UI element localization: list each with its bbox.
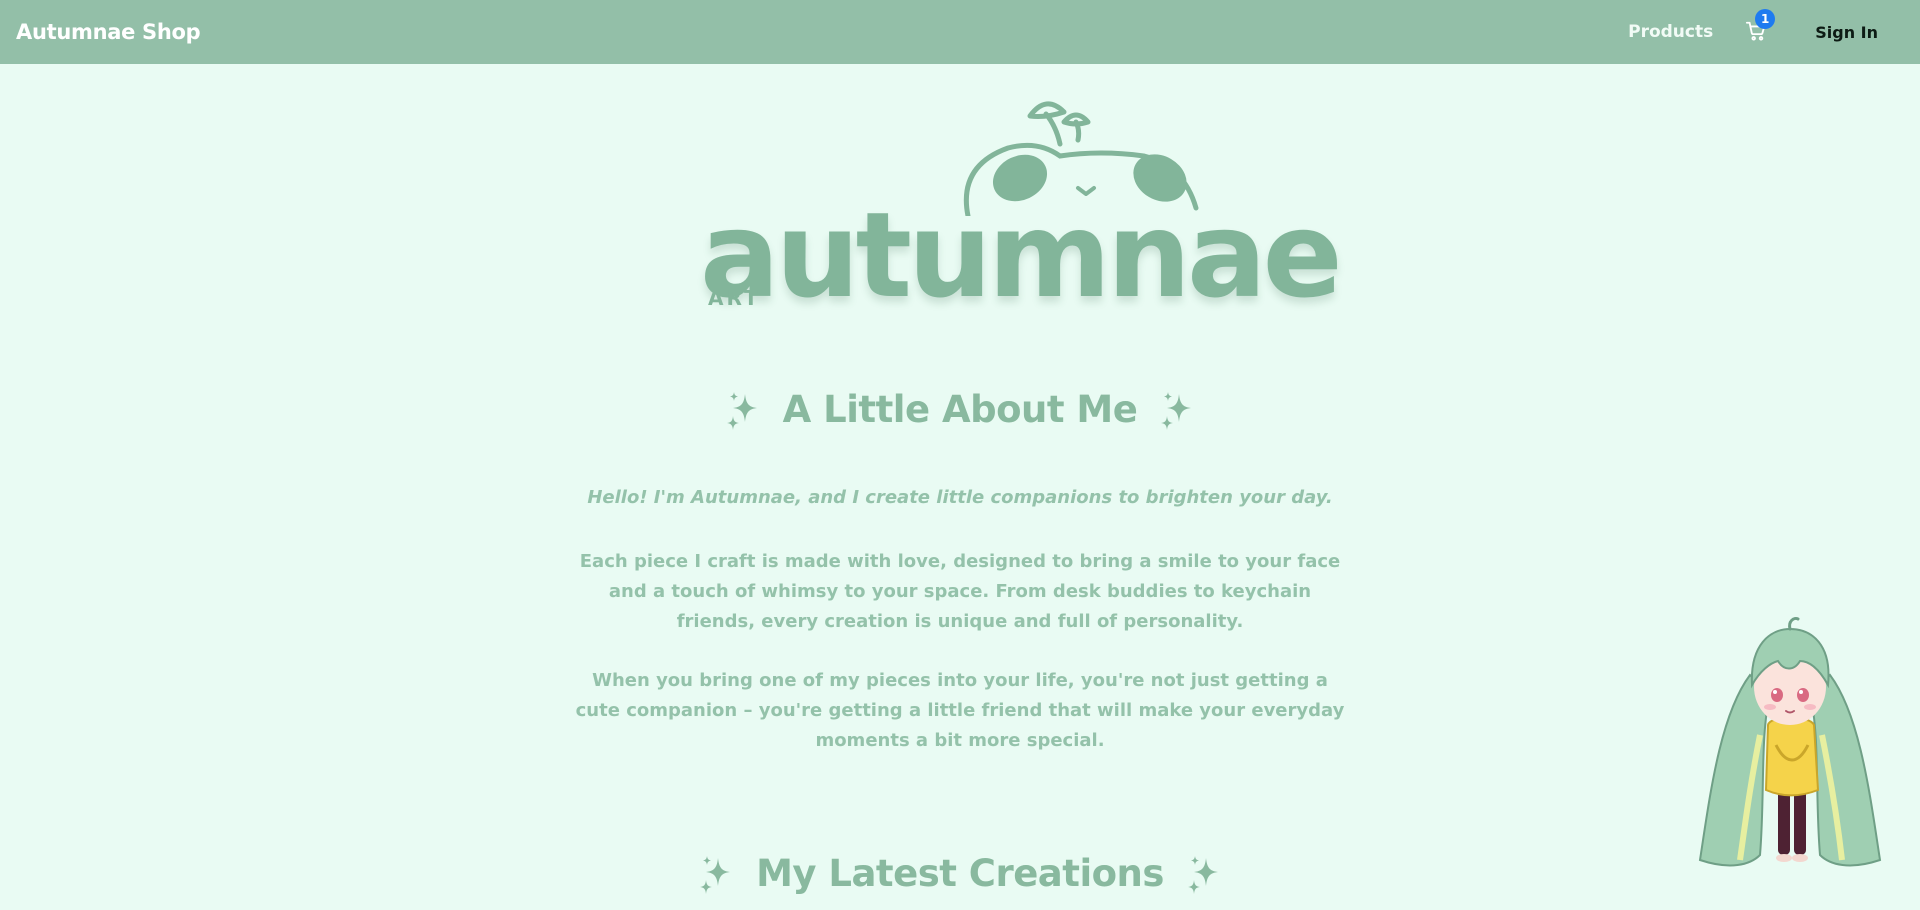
about-paragraph-2: When you bring one of my pieces into you… — [575, 670, 1345, 751]
about-paragraph-1: Each piece I craft is made with love, de… — [579, 551, 1341, 632]
latest-title: My Latest Creations — [756, 852, 1164, 895]
brand-link[interactable]: Autumnae Shop — [16, 20, 201, 44]
sparkle-icon — [1187, 855, 1218, 894]
about-title: A Little About Me — [782, 388, 1138, 431]
cart-button[interactable]: 1 — [1745, 9, 1776, 44]
logo-subtitle: ART — [708, 286, 761, 310]
logo-wordmark: autumnae — [700, 186, 1343, 324]
navbar: Autumnae Shop Products 1 Sign In — [0, 0, 1920, 64]
products-link[interactable]: Products — [1628, 22, 1713, 42]
about-title-row: A Little About Me — [0, 388, 1920, 431]
sparkle-icon — [700, 855, 731, 894]
mascot-illustration[interactable] — [1690, 615, 1890, 875]
autumnae-logo: autumnae ART — [700, 96, 1343, 324]
sparkle-icon — [726, 391, 757, 430]
latest-title-row: My Latest Creations — [0, 852, 1920, 895]
sparkle-icon — [1161, 391, 1192, 430]
nav-right: Products 1 Sign In — [1628, 9, 1878, 44]
signin-link[interactable]: Sign In — [1815, 23, 1878, 42]
about-lead: Hello! I'm Autumnae, and I create little… — [587, 487, 1333, 508]
cart-count-badge: 1 — [1755, 9, 1776, 29]
